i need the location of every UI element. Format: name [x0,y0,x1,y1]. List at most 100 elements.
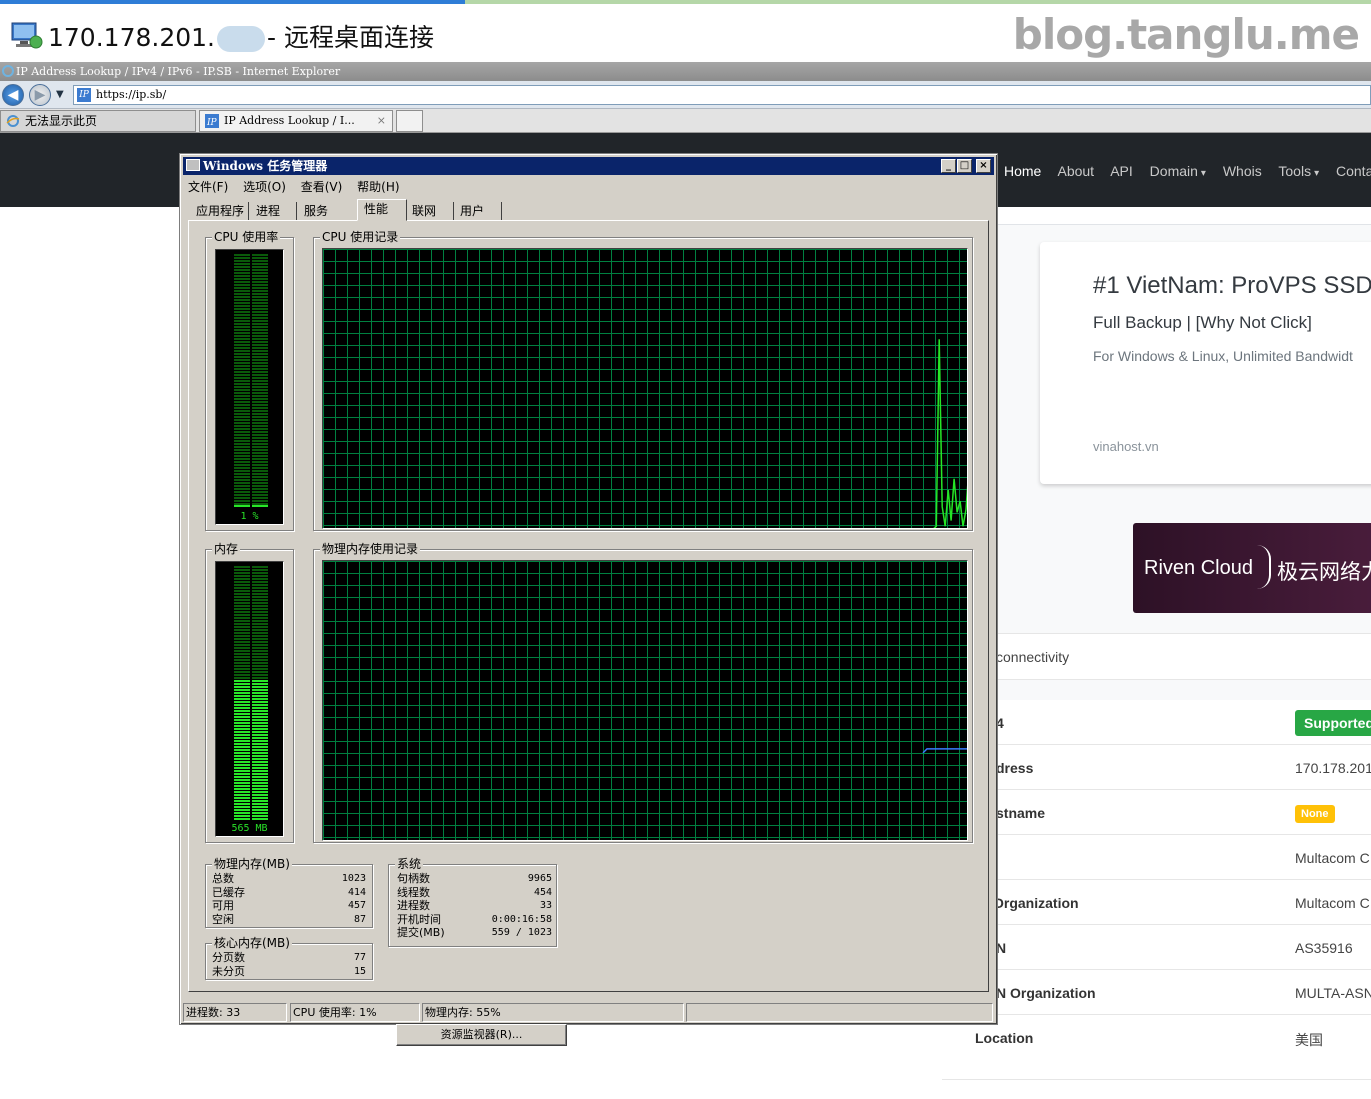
tab-label: 无法显示此页 [25,114,98,128]
url-text: https://ip.sb/ [96,88,167,101]
nav-home[interactable]: Home [1004,163,1041,179]
site-nav-links: Home About API Domain Whois Tools Conta [1004,163,1371,179]
info-label: N Organization [996,985,1096,1001]
tab-users[interactable]: 用户 [454,202,502,221]
redacted-ip-blur [217,26,265,52]
nav-api[interactable]: API [1110,163,1133,179]
system-group: 系统 句柄数 9965 线程数 454 进程数 33 开机时间 0:00:16:58 提… [388,857,557,947]
status-badge-none: None [1295,805,1335,823]
info-value[interactable]: AS35916 [1295,940,1353,956]
ie-page-icon [6,115,20,127]
kernel-memory-title: 核心内存(MB) [212,936,292,950]
task-manager-title-bar[interactable]: Windows 任务管理器 _ □ × [183,157,994,175]
stat-value: 559 / 1023 [491,927,552,938]
stat-row: 开机时间 0:00:16:58 [397,913,552,927]
memory-meter-fill [234,680,268,820]
banner-divider [1257,545,1271,589]
blog-watermark: blog.tanglu.me [1012,10,1360,59]
ad-description: For Windows & Linux, Unlimited Bandwidt [1093,348,1353,364]
tab-networking[interactable]: 联网 [406,202,454,221]
stat-label: 总数 [212,872,234,885]
minimize-button[interactable]: _ [941,159,956,173]
stat-value: 87 [353,913,366,925]
status-cpu: CPU 使用率: 1% [290,1003,420,1022]
menu-help[interactable]: 帮助(H) [357,180,399,194]
rdp-title-host: 170.178.201. [48,23,215,52]
site-favicon-icon: IP [205,114,219,128]
memory-history-label: 物理内存使用记录 [320,542,421,556]
new-tab-button[interactable] [396,110,423,132]
ie-address-bar: ◀ ▶ ▼ IP https://ip.sb/ [0,81,1371,109]
stat-label: 分页数 [212,951,245,964]
status-memory: 物理内存: 55% [422,1003,684,1022]
url-input[interactable]: IP https://ip.sb/ [73,85,1371,105]
cpu-meter-fill [234,505,268,508]
tab-services[interactable]: 服务 [298,202,358,221]
info-value: 170.178.201. [1295,760,1371,776]
nav-domain[interactable]: Domain [1150,163,1206,179]
stat-label: 线程数 [397,885,430,899]
menu-options[interactable]: 选项(O) [243,180,286,194]
memory-history-svg [922,748,967,754]
nav-whois[interactable]: Whois [1223,163,1262,179]
memory-group: 内存 565 MB [205,542,294,843]
close-button[interactable]: × [976,159,991,173]
stat-value: 454 [533,886,552,898]
stat-value: 15 [353,965,366,977]
connectivity-label: connectivity [996,649,1070,665]
riven-cloud-banner[interactable]: Riven Cloud 极云网络力 [1133,523,1371,613]
resource-monitor-button[interactable]: 资源监视器(R)... [396,1024,567,1046]
cpu-usage-meter: 1 % [215,249,284,525]
stat-row: 线程数 454 [397,886,552,900]
stat-row: 可用 457 [212,899,366,913]
maximize-button[interactable]: □ [957,159,972,173]
memory-history-line [922,748,967,754]
stat-label: 空闲 [212,912,234,926]
menu-view[interactable]: 查看(V) [301,180,343,194]
stat-row: 分页数 77 [212,951,366,965]
cpu-usage-value: 1 % [240,511,259,522]
stat-row: 空闲 87 [212,913,366,927]
info-label: Organization [993,895,1079,911]
stat-value: 0:00:16:58 [491,913,552,925]
task-manager-icon [186,159,200,171]
stat-label: 可用 [212,899,234,912]
info-label: stname [996,805,1046,821]
performance-panel: CPU 使用率 1 % CPU 使用记录 内存 565 MB 物理内存使用记录 … [188,220,989,1046]
nav-contact[interactable]: Conta [1336,163,1371,179]
ad-domain[interactable]: vinahost.vn [1093,439,1159,454]
stat-value: 457 [347,900,366,911]
stat-label: 未分页 [212,964,245,978]
cpu-history-line [933,339,967,528]
tab-ip-lookup[interactable]: IP IP Address Lookup / I... × [199,110,393,132]
physical-memory-stats: 总数 1023 已缓存 414 可用 457 空闲 87 [212,872,366,926]
task-manager-window: Windows 任务管理器 _ □ × 文件(F) 选项(O) 查看(V) 帮助… [179,153,998,1046]
tab-applications[interactable]: 应用程序 [190,202,249,221]
system-title: 系统 [395,857,424,871]
info-value: MULTA-ASN [1295,985,1371,1001]
back-arrow-icon[interactable]: ◀ [2,84,24,106]
kernel-memory-group: 核心内存(MB) 分页数 77 未分页 15 [205,936,373,980]
ad-subtitle[interactable]: Full Backup | [Why Not Click] [1093,313,1312,333]
nav-about[interactable]: About [1057,163,1094,179]
stat-value: 33 [539,900,552,911]
task-manager-title: Windows 任务管理器 [203,159,328,173]
cpu-usage-label: CPU 使用率 [212,230,281,244]
menu-file[interactable]: 文件(F) [188,180,228,194]
memory-history-graph [322,560,968,841]
history-dropdown-icon[interactable]: ▼ [56,89,64,100]
nav-tools[interactable]: Tools [1278,163,1319,179]
ad-title[interactable]: #1 VietNam: ProVPS SSD [1093,272,1371,300]
tab-error-page[interactable]: 无法显示此页 [0,110,196,132]
tab-performance[interactable]: 性能 [357,199,407,221]
banner-brand-cn: 极云网络力 [1277,560,1371,584]
tab-processes[interactable]: 进程 [250,202,297,221]
stat-label: 提交(MB) [397,926,445,939]
ie-window-title-bar: IP Address Lookup / IPv4 / IPv6 - IP.SB … [0,62,1371,81]
forward-arrow-icon[interactable]: ▶ [29,84,51,106]
stat-row: 提交(MB) 559 / 1023 [397,926,552,940]
stat-label: 进程数 [397,899,430,912]
info-value: Multacom C [1295,895,1370,911]
cpu-meter-track [234,254,268,508]
tab-close-icon[interactable]: × [377,111,386,131]
